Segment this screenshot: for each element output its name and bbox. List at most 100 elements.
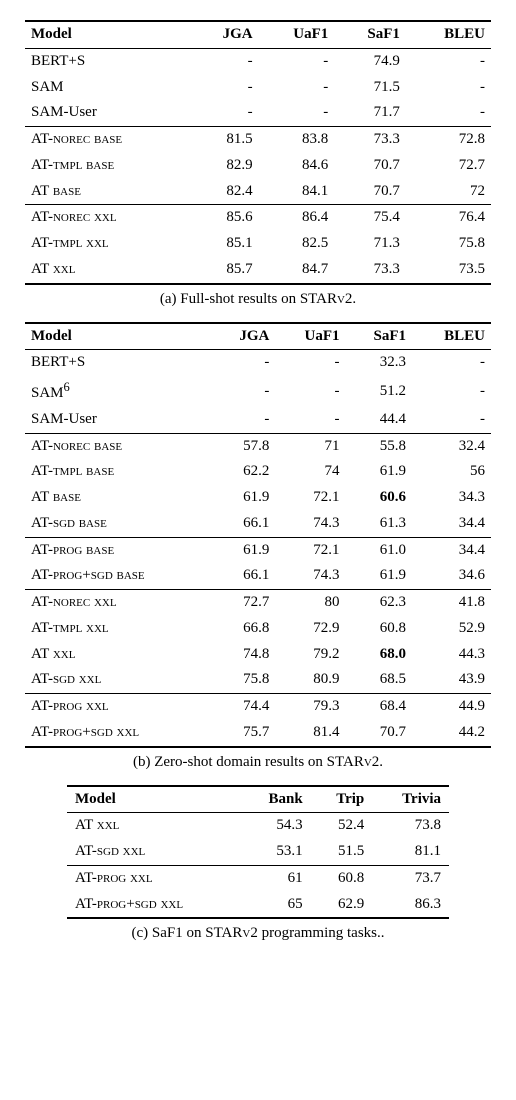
cell-jga: 61.9 [213, 537, 276, 563]
cell-jga: 66.8 [213, 616, 276, 642]
cell-bleu: - [406, 48, 491, 74]
col-uaf1: UaF1 [275, 323, 345, 350]
caption-b: (b) Zero-shot domain results on STARv2. [25, 754, 491, 771]
col-uaf1: UaF1 [259, 21, 335, 48]
cell-saf1: 61.9 [346, 563, 412, 589]
cell-bleu: 44.3 [412, 642, 491, 668]
cell-saf1: 70.7 [346, 720, 412, 747]
cell-saf1: 71.7 [334, 100, 406, 126]
cell-bleu: 41.8 [412, 590, 491, 616]
table-row: SAM6--51.2- [25, 376, 491, 407]
table-a: Model JGA UaF1 SaF1 BLEU BERT+S--74.9-SA… [25, 20, 491, 285]
cell-c1: 54.3 [240, 813, 310, 839]
table-row: AT-norec xxl85.686.475.476.4 [25, 205, 491, 231]
cell-bleu: 34.4 [412, 537, 491, 563]
cell-bleu: 72.8 [406, 127, 491, 153]
cell-jga: 57.8 [213, 433, 276, 459]
cell-saf1: 62.3 [346, 590, 412, 616]
cell-uaf1: 80.9 [275, 667, 345, 693]
cell-jga: - [213, 350, 276, 376]
cell-bleu: 34.6 [412, 563, 491, 589]
table-header-row: Model JGA UaF1 SaF1 BLEU [25, 323, 491, 350]
cell-saf1: 32.3 [346, 350, 412, 376]
cell-bleu: - [412, 350, 491, 376]
cell-uaf1: 71 [275, 433, 345, 459]
table-row: AT-prog xxl6160.873.7 [67, 865, 449, 891]
col-trivia: Trivia [372, 786, 449, 813]
col-bank: Bank [240, 786, 310, 813]
cell-uaf1: - [259, 75, 335, 101]
cell-jga: 66.1 [213, 511, 276, 537]
cell-bleu: 75.8 [406, 231, 491, 257]
cell-model: AT-prog xxl [25, 694, 213, 720]
table-row: AT-prog base61.972.161.034.4 [25, 537, 491, 563]
table-row: AT-sgd xxl53.151.581.1 [67, 839, 449, 865]
cell-model: AT xxl [25, 642, 213, 668]
caption-a: (a) Full-shot results on STARv2. [25, 291, 491, 308]
cell-model: AT-tmpl base [25, 153, 191, 179]
cell-uaf1: 82.5 [259, 231, 335, 257]
cell-bleu: 73.5 [406, 257, 491, 284]
table-row: AT base61.972.160.634.3 [25, 485, 491, 511]
cell-model: AT-norec xxl [25, 205, 191, 231]
cell-saf1: 51.2 [346, 376, 412, 407]
cell-uaf1: 81.4 [275, 720, 345, 747]
table-row: AT base82.484.170.772 [25, 179, 491, 205]
table-row: AT xxl54.352.473.8 [67, 813, 449, 839]
cell-c3: 73.8 [372, 813, 449, 839]
cell-saf1: 70.7 [334, 179, 406, 205]
cell-c2: 62.9 [311, 892, 373, 919]
cell-c1: 61 [240, 865, 310, 891]
cell-model: AT-norec base [25, 433, 213, 459]
table-row: AT-tmpl base82.984.670.772.7 [25, 153, 491, 179]
cell-bleu: 34.4 [412, 511, 491, 537]
cell-saf1: 73.3 [334, 257, 406, 284]
table-row: AT-sgd xxl75.880.968.543.9 [25, 667, 491, 693]
cell-saf1: 71.3 [334, 231, 406, 257]
cell-uaf1: 72.9 [275, 616, 345, 642]
cell-uaf1: - [259, 100, 335, 126]
cell-model: AT-prog xxl [67, 865, 241, 891]
cell-bleu: 32.4 [412, 433, 491, 459]
cell-uaf1: 86.4 [259, 205, 335, 231]
cell-model: AT base [25, 485, 213, 511]
cell-jga: 74.8 [213, 642, 276, 668]
col-bleu: BLEU [412, 323, 491, 350]
cell-jga: - [191, 75, 259, 101]
cell-saf1: 61.9 [346, 459, 412, 485]
cell-uaf1: 79.3 [275, 694, 345, 720]
cell-model: BERT+S [25, 48, 191, 74]
cell-model: AT base [25, 179, 191, 205]
cell-bleu: 72.7 [406, 153, 491, 179]
table-row: BERT+S--32.3- [25, 350, 491, 376]
table-row: SAM--71.5- [25, 75, 491, 101]
cell-saf1: 75.4 [334, 205, 406, 231]
cell-saf1: 71.5 [334, 75, 406, 101]
cell-uaf1: 84.7 [259, 257, 335, 284]
cell-bleu: 72 [406, 179, 491, 205]
cell-model: SAM6 [25, 376, 213, 407]
cell-bleu: 52.9 [412, 616, 491, 642]
cell-uaf1: - [275, 407, 345, 433]
cell-bleu: - [412, 376, 491, 407]
col-saf1: SaF1 [346, 323, 412, 350]
table-row: AT-prog+sgd base66.174.361.934.6 [25, 563, 491, 589]
table-row: AT-tmpl base62.27461.956 [25, 459, 491, 485]
cell-model: AT-prog+sgd xxl [25, 720, 213, 747]
cell-saf1: 73.3 [334, 127, 406, 153]
table-row: SAM-User--71.7- [25, 100, 491, 126]
table-row: AT-prog xxl74.479.368.444.9 [25, 694, 491, 720]
cell-jga: - [191, 48, 259, 74]
cell-uaf1: 84.6 [259, 153, 335, 179]
cell-saf1: 60.8 [346, 616, 412, 642]
table-row: AT xxl74.879.268.044.3 [25, 642, 491, 668]
caption-c: (c) SaF1 on STARv2 programming tasks.. [25, 925, 491, 942]
cell-saf1: 68.5 [346, 667, 412, 693]
cell-saf1: 61.3 [346, 511, 412, 537]
cell-jga: 61.9 [213, 485, 276, 511]
table-row: AT-norec base57.87155.832.4 [25, 433, 491, 459]
cell-saf1: 60.6 [346, 485, 412, 511]
col-model: Model [25, 323, 213, 350]
cell-uaf1: 74.3 [275, 563, 345, 589]
cell-c1: 65 [240, 892, 310, 919]
